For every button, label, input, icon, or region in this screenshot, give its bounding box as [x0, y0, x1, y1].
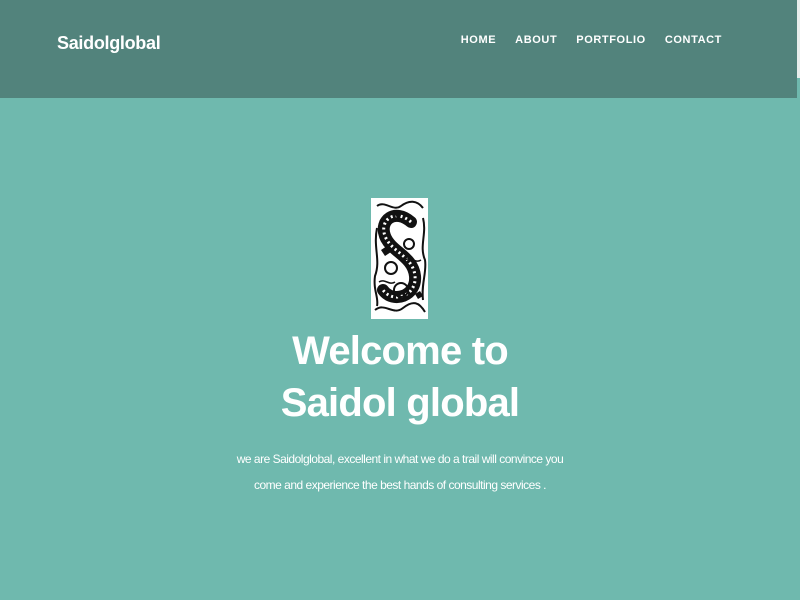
brand-link[interactable]: Saidolglobal: [57, 33, 161, 54]
nav-link-about[interactable]: ABOUT: [515, 34, 557, 46]
nav-link-contact[interactable]: CONTACT: [665, 34, 722, 46]
hero-description: we are Saidolglobal, excellent in what w…: [236, 452, 564, 492]
ornate-letter-s-logo-icon: [371, 198, 428, 319]
nav-link-home[interactable]: HOME: [461, 34, 496, 46]
hero-title-block: Welcome to Saidol global: [0, 325, 800, 429]
hero-description-block: we are Saidolglobal, excellent in what w…: [0, 446, 800, 498]
nav-links: HOME ABOUT PORTFOLIO CONTACT: [461, 34, 722, 46]
hero-title: Welcome to Saidol global: [280, 329, 520, 425]
navbar: Saidolglobal HOME ABOUT PORTFOLIO CONTAC…: [0, 0, 797, 98]
nav-link-portfolio[interactable]: PORTFOLIO: [576, 34, 646, 46]
